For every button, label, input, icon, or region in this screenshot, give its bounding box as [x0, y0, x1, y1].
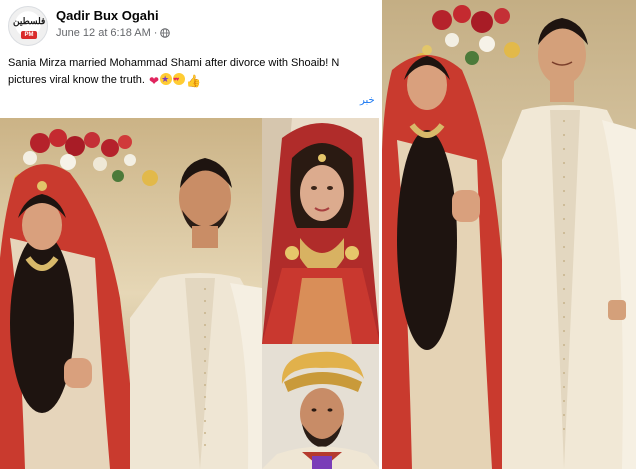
wedding-couple-photo[interactable]	[0, 118, 262, 469]
red-heart-emoji: ❤	[149, 74, 160, 88]
comparison-couple-photo[interactable]	[380, 0, 636, 469]
post-meta: June 12 at 6:18 AM ·	[56, 27, 171, 39]
heart-eyes-emoji	[173, 72, 186, 89]
avatar-logo-badge: PM	[21, 31, 37, 39]
bride-portrait-photo[interactable]	[262, 118, 380, 344]
globe-icon[interactable]	[160, 28, 171, 38]
author-name[interactable]: Qadir Bux Ogahi	[56, 8, 159, 23]
caption-line-2: pictures viral know the truth. ❤ 👍	[8, 72, 380, 90]
see-translation-link[interactable]: خبر	[360, 95, 375, 106]
meta-separator: ·	[153, 27, 158, 39]
facebook-post: فلسطین PM Qadir Bux Ogahi June 12 at 6:1…	[0, 0, 380, 469]
avatar-logo-text: فلسطین	[13, 17, 46, 27]
post-caption: Sania Mirza married Mohammad Shami after…	[8, 55, 380, 90]
star-struck-emoji	[160, 72, 173, 88]
thumbs-up-emoji: 👍	[186, 74, 202, 88]
caption-line-1: Sania Mirza married Mohammad Shami after…	[8, 57, 340, 69]
groom-portrait-photo[interactable]	[262, 344, 380, 469]
post-header: فلسطین PM Qadir Bux Ogahi June 12 at 6:1…	[8, 6, 378, 46]
caption-text: pictures viral know the truth.	[8, 74, 145, 86]
author-avatar[interactable]: فلسطین PM	[8, 6, 48, 46]
post-timestamp[interactable]: June 12 at 6:18 AM	[56, 27, 151, 39]
